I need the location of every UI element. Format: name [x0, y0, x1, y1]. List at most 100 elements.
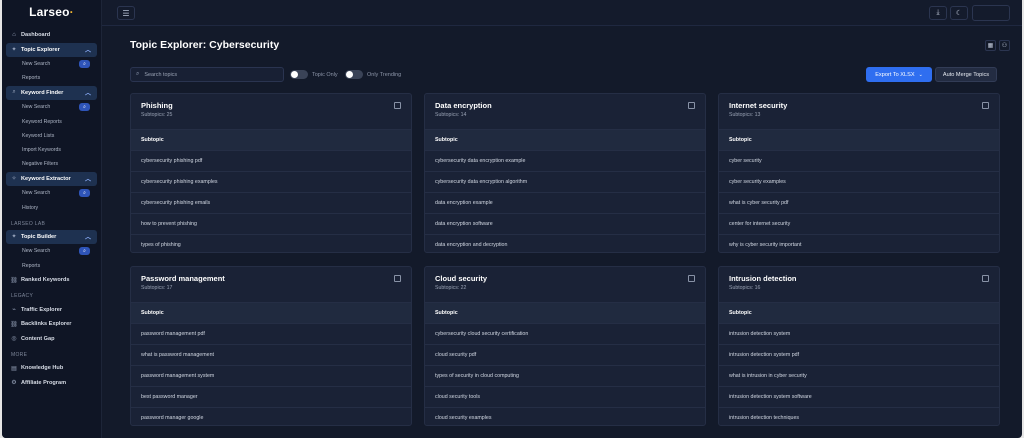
section-label-lab: LARSEO LAB	[11, 220, 46, 227]
section-label-more: MORE	[11, 351, 28, 358]
view-switcher: ▦ ⚇	[985, 40, 1010, 51]
chevron-up-icon: ︿	[84, 235, 91, 242]
book-icon: ▤	[11, 365, 17, 372]
tree-view-button[interactable]: ⚇	[999, 40, 1010, 51]
card-checkbox[interactable]	[394, 275, 401, 282]
table-row[interactable]: cyber security examples	[719, 171, 999, 192]
table-header: Subtopic	[719, 302, 999, 323]
topic-only-toggle[interactable]: Topic Only	[290, 70, 338, 79]
menu-icon: ☰	[122, 8, 130, 18]
topic-card: Data encryption Subtopics: 14 Subtopic cy…	[424, 93, 706, 253]
table-row[interactable]: types of security in cloud computing	[425, 365, 705, 386]
table-header: Subtopic	[425, 302, 705, 323]
card-title: Cloud security	[435, 274, 488, 283]
search-icon[interactable]: ⌕	[79, 247, 90, 256]
table-row[interactable]: password management pdf	[131, 323, 411, 344]
sidebar-item-topic-explorer[interactable]: ✦ Topic Explorer ︿	[6, 42, 97, 57]
sidebar-sub-new-search[interactable]: New Search ⌕	[6, 186, 97, 200]
sidebar-item-keyword-finder[interactable]: ⌕ Keyword Finder ︿	[6, 85, 97, 101]
table-row[interactable]: data encryption example	[425, 192, 705, 213]
chevron-up-icon: ︿	[84, 48, 91, 55]
grid-view-button[interactable]: ▦	[985, 40, 996, 51]
sidebar-sub-keyword-lists[interactable]: Keyword Lists	[6, 129, 97, 143]
table-row[interactable]: cybersecurity phishing examples	[131, 171, 411, 192]
chevron-up-icon: ︿	[84, 177, 91, 184]
card-subtopic-count: Subtopics: 17	[141, 285, 173, 291]
sidebar-sub-import-keywords[interactable]: Import Keywords	[6, 143, 97, 157]
table-row[interactable]: cybersecurity phishing pdf	[131, 150, 411, 171]
search-input[interactable]	[144, 71, 275, 78]
sparkle-icon: ✦	[11, 47, 17, 54]
table-row[interactable]: what is password management	[131, 344, 411, 365]
table-row[interactable]: how to prevent phishing	[131, 213, 411, 234]
main-content: Topic Explorer: Cybersecurity ▦ ⚇ ⌕ Topi…	[102, 26, 1022, 438]
sidebar-item-content-gap[interactable]: ◎ Content Gap	[6, 331, 97, 346]
table-row[interactable]: what is cyber security pdf	[719, 192, 999, 213]
table-header: Subtopic	[131, 302, 411, 323]
card-checkbox[interactable]	[982, 275, 989, 282]
sidebar-sub-negative-filters[interactable]: Negative Filters	[6, 157, 97, 171]
sidebar-item-topic-builder[interactable]: ✦ Topic Builder ︿	[6, 229, 97, 245]
search-icon[interactable]: ⌕	[79, 103, 90, 112]
card-checkbox[interactable]	[982, 102, 989, 109]
table-row[interactable]: intrusion detection system pdf	[719, 344, 999, 365]
table-row[interactable]: password manager google	[131, 407, 411, 425]
download-button[interactable]: ⤓	[929, 6, 947, 20]
only-trending-toggle[interactable]: Only Trending	[345, 70, 401, 79]
sidebar-sub-reports[interactable]: Reports	[6, 71, 97, 85]
table-row[interactable]: cloud security pdf	[425, 344, 705, 365]
sidebar-sub-reports[interactable]: Reports	[6, 258, 97, 272]
sidebar-item-affiliate-program[interactable]: ⚙ Affiliate Program	[6, 375, 97, 390]
toggle-switch[interactable]	[345, 70, 363, 79]
card-checkbox[interactable]	[394, 102, 401, 109]
table-row[interactable]: center for internet security	[719, 213, 999, 234]
table-row[interactable]: intrusion detection techniques	[719, 407, 999, 425]
table-row[interactable]: why is cyber security important	[719, 234, 999, 252]
theme-toggle-button[interactable]: ☾	[950, 6, 968, 20]
card-checkbox[interactable]	[688, 102, 695, 109]
sidebar-toggle-button[interactable]: ☰	[117, 6, 135, 20]
table-row[interactable]: best password manager	[131, 386, 411, 407]
table-row[interactable]: cloud security tools	[425, 386, 705, 407]
table-row[interactable]: cloud security examples	[425, 407, 705, 425]
sidebar-sub-new-search[interactable]: New Search ⌕	[6, 57, 97, 71]
table-row[interactable]: data encryption and decryption	[425, 234, 705, 252]
chevron-up-icon: ︿	[84, 91, 91, 98]
table-row[interactable]: data encryption software	[425, 213, 705, 234]
sidebar-item-backlinks-explorer[interactable]: ⛓ Backlinks Explorer	[6, 317, 97, 332]
table-row[interactable]: intrusion detection system software	[719, 386, 999, 407]
sidebar-item-traffic-explorer[interactable]: ⌁ Traffic Explorer	[6, 302, 97, 317]
card-checkbox[interactable]	[688, 275, 695, 282]
table-row[interactable]: types of phishing	[131, 234, 411, 252]
sidebar-item-ranked-keywords[interactable]: ⛓ Ranked Keywords	[6, 273, 97, 288]
table-row[interactable]: cybersecurity data encryption example	[425, 150, 705, 171]
search-icon[interactable]: ⌕	[79, 189, 90, 198]
profile-button[interactable]	[972, 5, 1010, 21]
sidebar: Larseo · ⌂ Dashboard ✦ Topic Explorer ︿ New …	[2, 0, 102, 438]
sidebar-item-keyword-extractor[interactable]: ✧ Keyword Extractor ︿	[6, 171, 97, 187]
table-row[interactable]: cybersecurity data encryption algorithm	[425, 171, 705, 192]
auto-merge-button[interactable]: Auto Merge Topics	[935, 67, 997, 82]
card-title: Intrusion detection	[729, 274, 797, 283]
toggle-switch[interactable]	[290, 70, 308, 79]
table-row[interactable]: cybersecurity phishing emails	[131, 192, 411, 213]
table-row[interactable]: what is intrusion in cyber security	[719, 365, 999, 386]
table-row[interactable]: cybersecurity cloud security certificati…	[425, 323, 705, 344]
table-row[interactable]: cyber security	[719, 150, 999, 171]
export-xlsx-button[interactable]: Export To XLSX ⌄	[866, 67, 932, 82]
sidebar-sub-keyword-reports[interactable]: Keyword Reports	[6, 114, 97, 128]
download-icon: ⤓	[936, 9, 940, 16]
logo[interactable]: Larseo ·	[2, 0, 101, 24]
table-row[interactable]: password management system	[131, 365, 411, 386]
table-header: Subtopic	[425, 129, 705, 150]
sidebar-item-knowledge-hub[interactable]: ▤ Knowledge Hub	[6, 361, 97, 376]
chevron-down-icon: ⌄	[918, 71, 923, 78]
table-row[interactable]: intrusion detection system	[719, 323, 999, 344]
card-subtopic-count: Subtopics: 16	[729, 285, 761, 291]
sidebar-sub-new-search[interactable]: New Search ⌕	[6, 244, 97, 258]
sidebar-sub-history[interactable]: History	[6, 200, 97, 214]
logo-text: Larseo	[29, 5, 70, 19]
search-icon[interactable]: ⌕	[79, 60, 90, 69]
sidebar-item-dashboard[interactable]: ⌂ Dashboard	[6, 28, 97, 43]
sidebar-sub-new-search[interactable]: New Search ⌕	[6, 100, 97, 114]
